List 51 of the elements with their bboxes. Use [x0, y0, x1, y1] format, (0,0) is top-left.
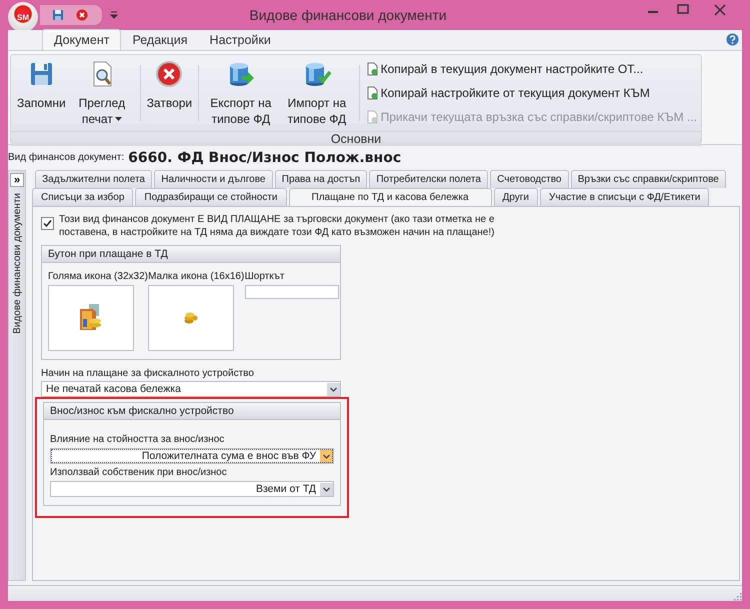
image-box[interactable]	[48, 285, 134, 351]
app-menu-button[interactable]: SM	[8, 2, 38, 32]
help-icon[interactable]	[726, 33, 739, 46]
group-label: Основни	[11, 131, 701, 146]
tab[interactable]: Други	[494, 188, 538, 206]
coins-icon	[184, 312, 198, 324]
ribbon-tab[interactable]: Документ	[42, 29, 122, 50]
document-icon	[366, 86, 379, 100]
tab[interactable]: Задължителни полета	[35, 170, 152, 188]
side-panel-title: Видове финансови документи	[12, 193, 22, 334]
field-label: Начин на плащане за фискалното устройство	[41, 368, 255, 379]
close-icon[interactable]	[76, 9, 88, 21]
group-title: Внос/износ към фискално устройство	[44, 403, 340, 420]
ribbon-button[interactable]: Експорт на типове ФД	[202, 57, 279, 129]
checkbox[interactable]	[41, 217, 54, 230]
checkbox-label: Този вид финансов документ Е ВИД ПЛАЩАНЕ за търговски документ (ако тази отметка не е поставена, в настройките на ТД няма да виждате този ФД като възможен начин на плащане!)	[59, 213, 496, 239]
tab[interactable]: Права на достъп	[274, 170, 368, 188]
dropdown[interactable]: Положителната сума е внос във ФУ	[50, 448, 334, 464]
dropdown[interactable]: Вземи от ТД	[50, 481, 334, 497]
customize-caret-icon[interactable]	[110, 11, 118, 19]
close-icon	[154, 59, 184, 89]
tab[interactable]: Плащане по ТД и касова бележка	[288, 188, 492, 206]
ribbon-button[interactable]: Преглед печат	[68, 57, 136, 129]
field-label: Шорткът	[244, 271, 286, 282]
document-icon	[366, 62, 379, 76]
tab[interactable]: Участие в списъци с ФД/Етикети	[540, 188, 710, 206]
ribbon-tab[interactable]: Редакция	[121, 30, 199, 50]
ribbon-tab[interactable]: Настройки	[198, 30, 282, 50]
dropdown[interactable]: Не печатай касова бележка	[41, 381, 341, 397]
group-title: Бутон при плащане в ТД	[42, 246, 340, 263]
document-icon	[366, 110, 379, 124]
shortcut-field[interactable]	[244, 285, 339, 299]
ribbon-button[interactable]: Копирай в текущия документ настройките ОТ...	[366, 62, 698, 76]
tab[interactable]: Списъци за избор	[32, 188, 134, 206]
document-type-name: 6660. ФД Внос/Износ Полож.внос	[128, 150, 402, 166]
resize-grip-icon[interactable]	[733, 592, 742, 601]
tab[interactable]: Потребителски полета	[369, 170, 488, 188]
window-title: Видове финансови документи	[249, 7, 447, 23]
document-type-label: Вид финансов документ:	[8, 152, 124, 163]
expand-button[interactable]: »	[10, 173, 24, 187]
save-icon[interactable]	[52, 9, 64, 21]
ribbon-button[interactable]: Запомни	[15, 57, 68, 129]
tab[interactable]: Подразбиращи се стойности	[135, 188, 286, 206]
ribbon-button[interactable]: Затвори	[144, 57, 194, 129]
ribbon-button[interactable]: Копирай настройките от текущия документ КЪМ	[366, 86, 698, 100]
tab[interactable]: Връзки със справки/скриптове	[570, 170, 726, 188]
ribbon-button[interactable]: Импорт на типове ФД	[278, 57, 355, 129]
tab[interactable]: Счетоводство	[490, 170, 569, 188]
tab[interactable]: Наличности и дългове	[154, 170, 273, 188]
field-label: Влияние на стойността за внос/износ	[50, 434, 226, 445]
field-label: Използвай собственик при внос/износ	[50, 467, 228, 478]
